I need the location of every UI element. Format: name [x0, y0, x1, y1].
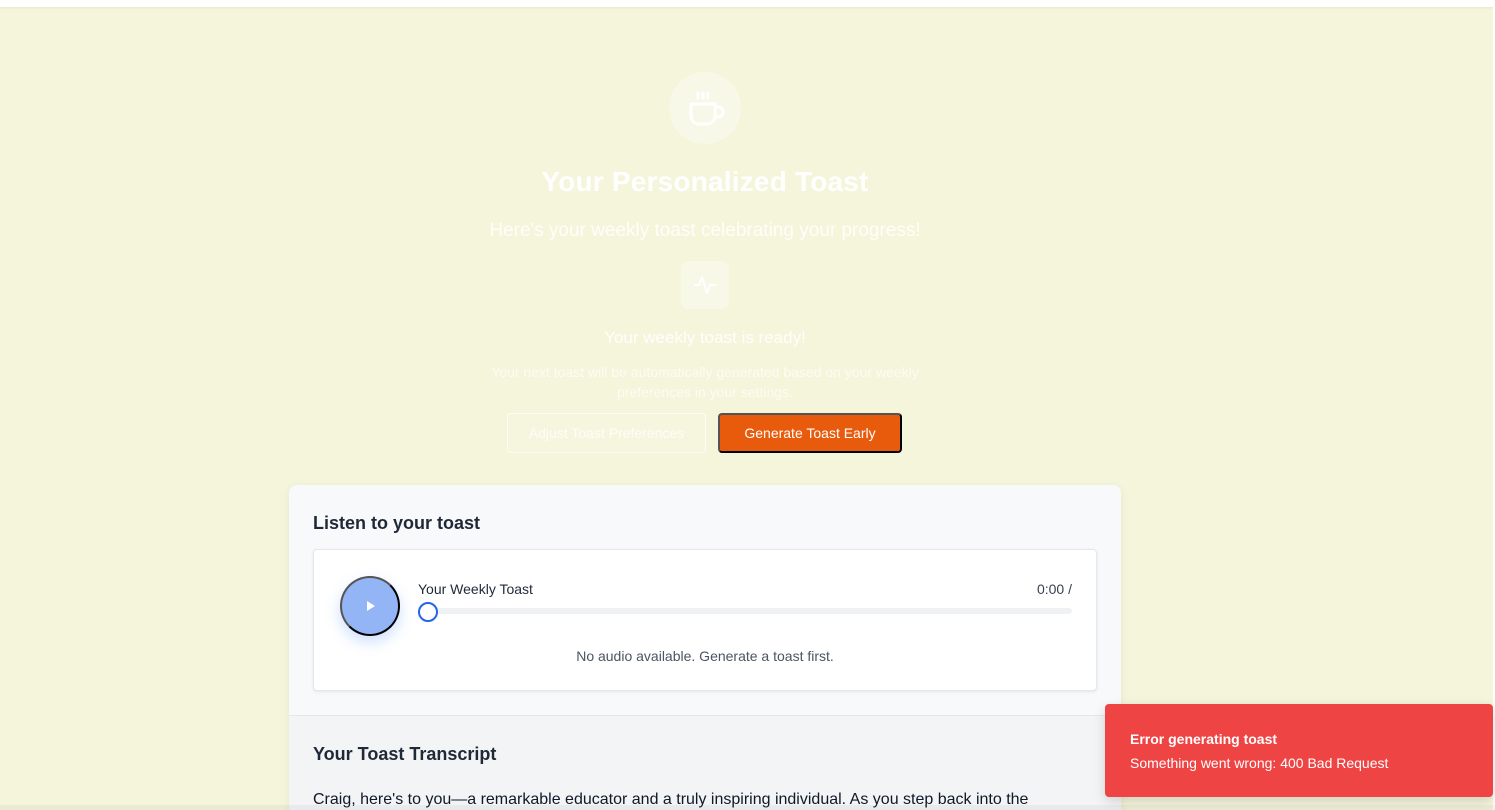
audio-player: Your Weekly Toast 0:00 / No audio availa… — [313, 549, 1097, 691]
toast-card: Listen to your toast Your Weekly Toast 0… — [289, 485, 1121, 810]
activity-pulse-icon — [681, 261, 729, 309]
play-icon — [367, 601, 375, 611]
audio-progress-track[interactable] — [418, 608, 1072, 614]
error-toast-message: Something went wrong: 400 Bad Request — [1130, 755, 1389, 771]
toast-page: Your Personalized Toast Here's your week… — [0, 0, 1495, 810]
hero-section: Your Personalized Toast Here's your week… — [0, 0, 1410, 470]
audio-progress-thumb[interactable] — [418, 602, 438, 622]
adjust-preferences-button[interactable]: Adjust Toast Preferences — [507, 413, 706, 453]
transcript-heading: Your Toast Transcript — [313, 744, 497, 764]
next-toast-info: Your next toast will be automatically ge… — [491, 364, 919, 400]
track-title: Your Weekly Toast — [418, 581, 533, 597]
generate-toast-early-button[interactable]: Generate Toast Early — [718, 413, 902, 453]
listen-heading: Listen to your toast — [313, 513, 481, 533]
transcript-section: Your Toast Transcript Craig, here's to y… — [289, 715, 1121, 810]
toast-ready-status: Your weekly toast is ready! — [604, 328, 806, 347]
bottom-edge — [0, 805, 1495, 810]
coffee-cup-icon — [669, 72, 741, 144]
page-title: Your Personalized Toast — [541, 166, 869, 197]
error-toast-title: Error generating toast — [1130, 731, 1278, 747]
track-time: 0:00 / — [1036, 581, 1072, 597]
page-subtitle: Here's your weekly toast celebrating you… — [489, 220, 921, 241]
error-toast-notification[interactable]: Error generating toast Something went wr… — [1105, 704, 1493, 797]
no-audio-message: No audio available. Generate a toast fir… — [576, 648, 834, 664]
play-button[interactable] — [340, 576, 400, 636]
